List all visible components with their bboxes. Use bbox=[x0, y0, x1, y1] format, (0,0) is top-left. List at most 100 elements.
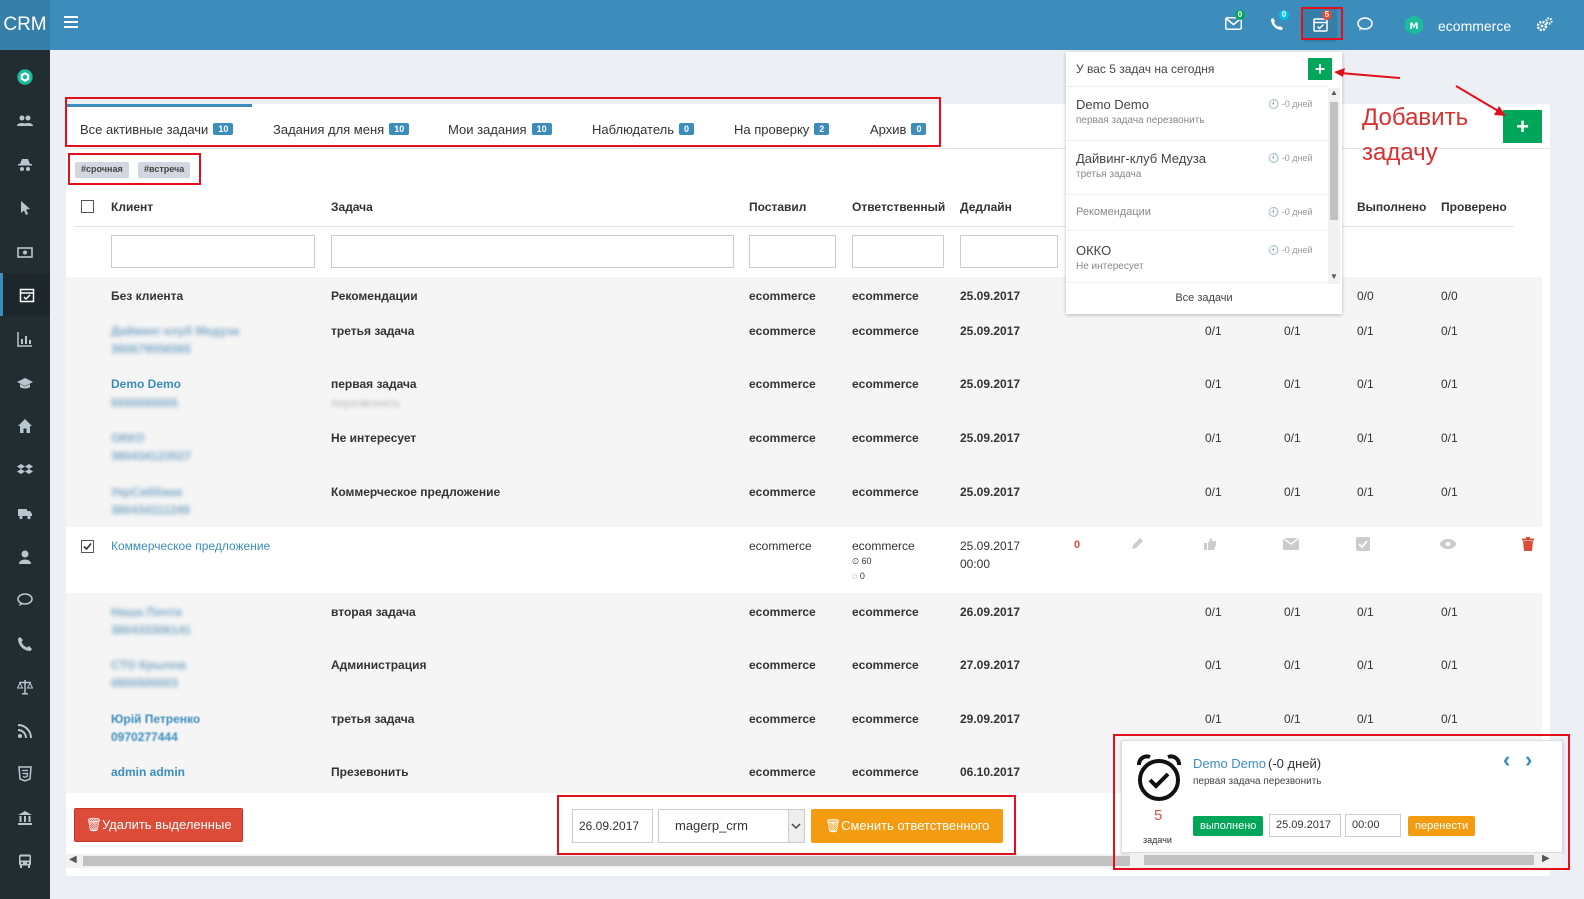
scroll-left-icon[interactable]: ◀ bbox=[69, 854, 77, 865]
row-task[interactable]: Рекомендации bbox=[331, 289, 418, 303]
sidebar-item-calls[interactable] bbox=[0, 622, 50, 665]
sidebar-item-profile[interactable] bbox=[0, 535, 50, 578]
mark-done-button[interactable]: выполнено bbox=[1193, 816, 1264, 836]
tab-observer[interactable]: Наблюдатель 0 bbox=[592, 104, 695, 148]
scroll-right-icon[interactable]: ▶ bbox=[1542, 853, 1550, 864]
settings-button[interactable] bbox=[1527, 8, 1561, 42]
row-client[interactable]: ОККО bbox=[111, 431, 144, 445]
select-all-checkbox[interactable] bbox=[81, 200, 94, 213]
dropdown-add-task-button[interactable]: + bbox=[1308, 58, 1332, 80]
tab-my-tasks[interactable]: Мои задания 10 bbox=[448, 104, 552, 148]
sidebar-item-dropbox[interactable] bbox=[0, 448, 50, 491]
row-task[interactable]: вторая задача bbox=[331, 605, 416, 619]
dropdown-task-item[interactable]: Demo Demo первая задача перезвонить 🕘 -0… bbox=[1066, 87, 1328, 141]
sidebar-item-money[interactable] bbox=[0, 230, 50, 273]
date-input[interactable]: 26.09.2017 bbox=[572, 809, 653, 843]
task-filter-input[interactable] bbox=[331, 235, 734, 268]
row-client[interactable]: admin admin bbox=[111, 765, 185, 779]
sidebar-brand[interactable] bbox=[0, 53, 50, 101]
sidebar-item-home[interactable] bbox=[0, 404, 50, 447]
row-phone: 380434123527 bbox=[111, 449, 192, 463]
all-tasks-link[interactable]: Все задачи bbox=[1066, 292, 1342, 304]
reminder-client-link[interactable]: Demo Demo bbox=[1193, 756, 1266, 771]
chevron-down-icon[interactable] bbox=[788, 810, 804, 842]
col-set-by[interactable]: Поставил bbox=[749, 200, 806, 214]
change-responsible-button[interactable]: 🗑Сменить ответственного bbox=[811, 809, 1003, 843]
dropdown-task-item[interactable]: ОККО Не интересует 🕘 -0 дней bbox=[1066, 231, 1328, 283]
tab-archive[interactable]: Архив 0 bbox=[870, 104, 927, 148]
sidebar-item-tasks[interactable] bbox=[0, 273, 50, 316]
tag-meeting[interactable]: #встреча bbox=[138, 162, 191, 178]
check-square-icon[interactable] bbox=[1356, 537, 1370, 551]
postpone-button[interactable]: перенести bbox=[1408, 816, 1476, 836]
col-responsible[interactable]: Ответственный bbox=[852, 200, 945, 214]
chat-button[interactable] bbox=[1348, 8, 1382, 42]
app-logo[interactable]: CRM bbox=[0, 0, 50, 50]
user-name[interactable]: ecommerce bbox=[1438, 18, 1511, 34]
envelope-icon[interactable] bbox=[1283, 538, 1299, 550]
next-reminder-icon[interactable]: › bbox=[1525, 747, 1532, 773]
col-checked[interactable]: Проверено bbox=[1441, 200, 1507, 214]
popup-scrollbar[interactable]: ▶ bbox=[1130, 853, 1562, 867]
row-client[interactable]: УкрСиббанк bbox=[111, 485, 182, 499]
row-client[interactable]: Дайвинг-клуб Медуза bbox=[111, 324, 239, 338]
sidebar-item-contacts[interactable] bbox=[0, 99, 50, 142]
eye-icon[interactable] bbox=[1440, 539, 1456, 549]
sidebar-item-pointer[interactable] bbox=[0, 186, 50, 229]
row-task[interactable]: третья задача bbox=[331, 324, 414, 338]
tasks-button[interactable]: 5 bbox=[1303, 8, 1337, 42]
tag-urgent[interactable]: #срочная bbox=[75, 162, 129, 178]
responsible-select[interactable]: magerp_crm bbox=[658, 809, 805, 843]
user-avatar[interactable]: M bbox=[1403, 14, 1425, 36]
tab-label: Все активные задачи bbox=[80, 122, 209, 137]
tab-all-active[interactable]: Все активные задачи 10 bbox=[66, 104, 252, 148]
tab-review[interactable]: На проверку 2 bbox=[734, 104, 830, 148]
sidebar-item-spy[interactable] bbox=[0, 143, 50, 186]
col-done[interactable]: Выполнено bbox=[1357, 200, 1426, 214]
sidebar-item-html5[interactable] bbox=[0, 752, 50, 795]
row-client[interactable]: Юрій Петренко bbox=[111, 712, 200, 726]
sidebar-item-delivery[interactable] bbox=[0, 491, 50, 534]
row-task[interactable]: Не интересует bbox=[331, 431, 416, 445]
col-client[interactable]: Клиент bbox=[111, 200, 153, 214]
selected-row-title[interactable]: Коммерческое предложение bbox=[111, 539, 270, 553]
row-deadline: 27.09.2017 bbox=[960, 658, 1021, 672]
dropdown-task-item[interactable]: Рекомендации 🕘 -0 дней bbox=[1066, 195, 1328, 231]
row-client[interactable]: Наша Почта bbox=[111, 605, 182, 619]
sidebar-item-transport[interactable] bbox=[0, 839, 50, 882]
sidebar-item-rss[interactable] bbox=[0, 709, 50, 752]
col-deadline[interactable]: Дедлайн bbox=[960, 200, 1012, 214]
row-task[interactable]: третья задача bbox=[331, 712, 414, 726]
dropdown-task-item[interactable]: Дайвинг-клуб Медуза третья задача 🕘 -0 д… bbox=[1066, 141, 1328, 195]
delete-selected-button[interactable]: 🗑Удалить выделенные bbox=[74, 808, 243, 842]
popup-scroll-thumb[interactable] bbox=[1144, 855, 1534, 865]
col-task[interactable]: Задача bbox=[331, 200, 373, 214]
responsible-filter-input[interactable] bbox=[852, 235, 944, 268]
row-client[interactable]: Demo Demo bbox=[111, 377, 181, 391]
trash-icon[interactable] bbox=[1522, 537, 1534, 551]
reminder-date-input[interactable]: 25.09.2017 bbox=[1269, 814, 1341, 837]
client-filter-input[interactable] bbox=[111, 235, 315, 268]
reminder-time-input[interactable]: 00:00 bbox=[1345, 814, 1401, 837]
row-task[interactable]: первая задача bbox=[331, 377, 417, 391]
edit-icon[interactable] bbox=[1130, 537, 1144, 551]
tab-for-me[interactable]: Задания для меня 10 bbox=[273, 104, 410, 148]
thumbs-up-icon[interactable] bbox=[1203, 537, 1217, 551]
sidebar-item-reports[interactable] bbox=[0, 317, 50, 360]
menu-toggle-icon[interactable] bbox=[64, 16, 78, 28]
mail-button[interactable]: 0 bbox=[1216, 8, 1250, 42]
sidebar-item-comments[interactable] bbox=[0, 578, 50, 621]
deadline-filter-input[interactable] bbox=[960, 235, 1058, 268]
scroll-down-icon[interactable]: ▼ bbox=[1330, 272, 1338, 281]
sidebar-item-bank[interactable] bbox=[0, 796, 50, 839]
phone-button[interactable]: 0 bbox=[1260, 8, 1294, 42]
row-client[interactable]: СТО Крылов bbox=[111, 658, 186, 672]
row-task[interactable]: Администрация bbox=[331, 658, 426, 672]
sidebar-item-education[interactable] bbox=[0, 361, 50, 404]
prev-reminder-icon[interactable]: ‹ bbox=[1503, 747, 1510, 773]
set-by-filter-input[interactable] bbox=[749, 235, 836, 268]
row-task[interactable]: Презевонить bbox=[331, 765, 409, 779]
sidebar-item-legal[interactable] bbox=[0, 665, 50, 708]
row-checkbox-checked[interactable] bbox=[81, 540, 94, 553]
row-task[interactable]: Коммерческое предложение bbox=[331, 485, 500, 499]
